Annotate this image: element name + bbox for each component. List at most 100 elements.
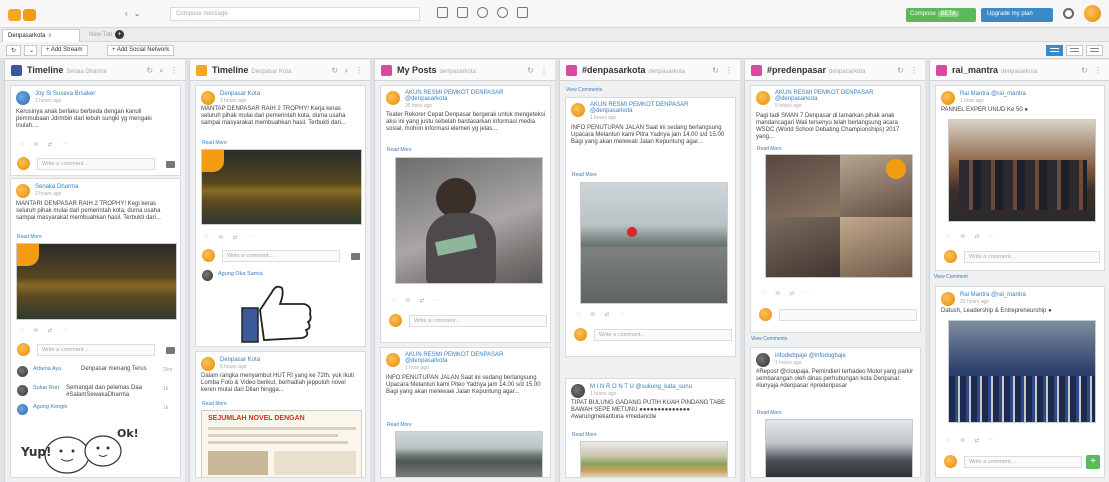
read-more-link[interactable]: Read More bbox=[757, 410, 782, 416]
lock-icon[interactable] bbox=[517, 7, 528, 18]
avatar[interactable] bbox=[756, 91, 770, 105]
post-actions[interactable]: ♡ ✉ ⇄ ⋯ bbox=[19, 328, 67, 334]
post-author[interactable]: AKUN RESMI PEMKOT DENPASAR @denpasarkota bbox=[405, 90, 545, 102]
column-actions[interactable]: ↻ ⋮ bbox=[1081, 66, 1104, 75]
comment-input[interactable]: Write a comment... bbox=[222, 250, 340, 262]
stream-switcher[interactable]: ‹ ⌄ bbox=[125, 9, 140, 18]
chevron-left-icon[interactable]: ‹ bbox=[125, 9, 128, 18]
grid-view-icon[interactable] bbox=[1046, 45, 1063, 56]
reply-author[interactable]: Arbena Ayu bbox=[33, 366, 61, 372]
image-icon[interactable] bbox=[437, 7, 448, 18]
post-author[interactable]: AKUN RESMI PEMKOT DENPASAR @denpasarkota bbox=[775, 90, 915, 102]
avatar[interactable] bbox=[571, 103, 585, 117]
column-actions[interactable]: ↻ ⋮ bbox=[712, 66, 735, 75]
compact-view-icon[interactable] bbox=[1086, 45, 1103, 56]
column-actions[interactable]: ↻ ⌕ ⋮ bbox=[331, 66, 365, 76]
read-more-link[interactable]: Read More bbox=[17, 234, 42, 240]
read-more-link[interactable]: Read More bbox=[202, 140, 227, 146]
add-stream-button[interactable]: + Add Stream bbox=[41, 45, 88, 56]
avatar[interactable] bbox=[941, 91, 955, 105]
post-image[interactable] bbox=[948, 119, 1096, 222]
camera-icon[interactable] bbox=[351, 253, 360, 260]
avatar[interactable] bbox=[16, 91, 30, 105]
post-image[interactable] bbox=[16, 243, 177, 320]
post-image[interactable] bbox=[395, 157, 543, 284]
post-image[interactable] bbox=[765, 419, 913, 477]
read-more-link[interactable]: Read More bbox=[387, 422, 412, 428]
post-actions[interactable]: ♡ ✉ ⇄ ⋯ bbox=[946, 234, 994, 240]
post-actions[interactable]: ♡ ✉ ⇄ ⋯ bbox=[946, 438, 994, 444]
camera-icon[interactable] bbox=[166, 347, 175, 354]
post-actions[interactable]: ♡ ✉ ⇄ ⋯ bbox=[576, 312, 624, 318]
post-image[interactable] bbox=[580, 441, 728, 477]
comment-input[interactable]: Write a comment... bbox=[37, 158, 155, 170]
reply-author[interactable]: Sukar Rori bbox=[33, 385, 59, 391]
read-more-link[interactable]: Read More bbox=[572, 172, 597, 178]
liker-name[interactable]: Agung Oka Samia bbox=[218, 271, 263, 277]
view-comments-link[interactable]: View Comment bbox=[934, 274, 968, 280]
tab-new[interactable]: New Tab bbox=[84, 29, 117, 42]
compose-button[interactable]: Compose BETA bbox=[906, 8, 976, 22]
comment-input[interactable]: Write a comment... bbox=[37, 344, 155, 356]
post-author[interactable]: AKUN RESMI PEMKOT DENPASAR @denpasarkota bbox=[405, 352, 545, 364]
post-actions[interactable]: ♡ ✉ ⇄ ⋯ bbox=[204, 235, 252, 241]
close-icon[interactable]: x bbox=[48, 33, 51, 39]
comment-input[interactable] bbox=[779, 309, 917, 321]
avatar[interactable] bbox=[386, 91, 400, 105]
column-actions[interactable]: ↻ ⋮ bbox=[897, 66, 920, 75]
list-view-icon[interactable] bbox=[1066, 45, 1083, 56]
chevron-down-icon[interactable]: ⌄ bbox=[134, 9, 141, 18]
post-author[interactable]: Rai Mantra @rai_mantra bbox=[960, 292, 1026, 298]
post-author[interactable]: Denpasar Kota bbox=[220, 91, 260, 97]
read-more-link[interactable]: Read More bbox=[202, 401, 227, 407]
post-author[interactable]: infodwbpaje @infodugbaje bbox=[775, 353, 846, 359]
comment-input[interactable]: Write a comment... bbox=[964, 251, 1100, 263]
read-more-link[interactable]: Read More bbox=[757, 146, 782, 152]
post-author[interactable]: AKUN RESMI PEMKOT DENPASAR @denpasarkota bbox=[590, 102, 730, 114]
comment-input[interactable]: Write a comment... bbox=[594, 329, 732, 341]
read-more-link[interactable]: Read More bbox=[387, 147, 412, 153]
calendar-icon[interactable] bbox=[457, 7, 468, 18]
reply-author[interactable]: Agung Kengik bbox=[33, 404, 67, 410]
avatar[interactable] bbox=[386, 353, 400, 367]
post-author[interactable]: M I N R O N T U @sukung_kata_sunu bbox=[590, 384, 692, 390]
post-author[interactable]: Joy Si Suseva Brsaker bbox=[35, 91, 95, 97]
comment-input[interactable]: Write a comment... bbox=[964, 456, 1082, 468]
post-image[interactable] bbox=[201, 149, 362, 225]
view-comments-link[interactable]: View Comments bbox=[566, 87, 602, 93]
add-social-network-button[interactable]: + Add Social Network bbox=[107, 45, 175, 56]
avatar[interactable] bbox=[201, 91, 215, 105]
column-actions[interactable]: ↻ ⌕ ⋮ bbox=[146, 66, 180, 76]
post-image[interactable] bbox=[948, 320, 1096, 423]
compose-input[interactable]: Compose message bbox=[170, 7, 420, 21]
avatar[interactable] bbox=[941, 292, 955, 306]
avatar[interactable] bbox=[16, 184, 30, 198]
view-comments-link[interactable]: View Comments bbox=[751, 336, 787, 342]
comment-input[interactable]: Write a comment... bbox=[409, 315, 547, 327]
link-icon[interactable] bbox=[497, 7, 508, 18]
avatar[interactable] bbox=[756, 353, 770, 367]
search-icon[interactable] bbox=[1063, 8, 1074, 19]
post-image[interactable] bbox=[580, 182, 728, 304]
post-author[interactable]: Denpasar Kota bbox=[220, 357, 260, 363]
tab-denpasarkota[interactable]: Denpasarkota x bbox=[2, 29, 80, 42]
post-actions[interactable]: ♡ ✉ ⇄ ⋯ bbox=[391, 298, 439, 304]
post-image[interactable] bbox=[395, 431, 543, 477]
post-author[interactable]: Senaka Dharma bbox=[35, 184, 78, 190]
camera-icon[interactable] bbox=[166, 161, 175, 168]
plus-icon[interactable]: + bbox=[1086, 455, 1100, 469]
avatar[interactable] bbox=[571, 384, 585, 398]
post-actions[interactable]: ♡ ✉ ⇄ ⋯ bbox=[19, 142, 67, 148]
column-actions[interactable]: ↻ ⋮ bbox=[527, 66, 550, 75]
brand-logo[interactable] bbox=[8, 5, 38, 23]
upgrade-button[interactable]: Upgrade my plan bbox=[981, 8, 1053, 22]
post-image[interactable]: SEJUMLAH NOVEL DENGAN bbox=[201, 410, 362, 477]
avatar[interactable] bbox=[201, 357, 215, 371]
post-author[interactable]: Rai Mantra @rai_mantra bbox=[960, 91, 1026, 97]
location-icon[interactable] bbox=[477, 7, 488, 18]
add-tab-icon[interactable]: + bbox=[115, 30, 124, 39]
chevron-down-icon[interactable]: ⌄ bbox=[24, 45, 37, 56]
read-more-link[interactable]: Read More bbox=[572, 432, 597, 438]
post-actions[interactable]: ♡ ✉ ⇄ ⋯ bbox=[761, 291, 809, 297]
avatar[interactable] bbox=[1084, 5, 1101, 22]
